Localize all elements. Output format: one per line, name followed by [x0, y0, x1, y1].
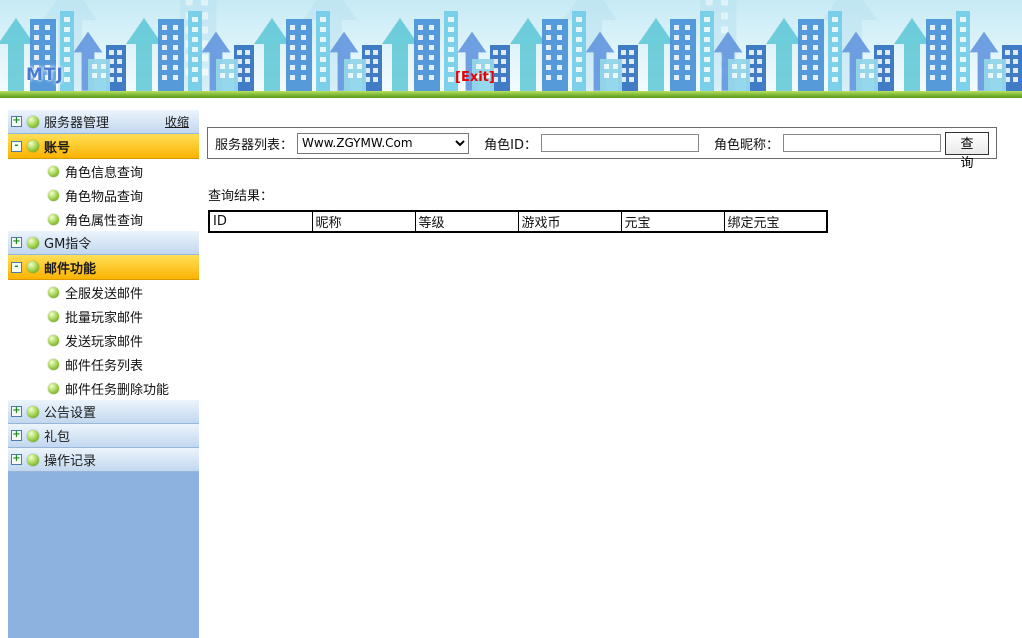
exit-link[interactable]: [Exit] [455, 70, 495, 85]
cityscape-art [0, 0, 1022, 91]
green-orb-icon [27, 406, 39, 418]
green-orb-icon [27, 261, 39, 273]
collapse-minus-icon[interactable]: - [11, 262, 22, 273]
green-orb-icon [48, 335, 59, 346]
sidebar-group-0[interactable]: + 服务器管理 收缩 [8, 110, 199, 134]
green-orb-icon [48, 359, 59, 370]
role-id-label: 角色ID： [484, 134, 537, 153]
green-orb-icon [27, 237, 39, 249]
green-orb-icon [48, 287, 59, 298]
column-header: 游戏币 [518, 211, 621, 232]
sidebar-group-label: GM指令 [44, 233, 91, 252]
main-content: 服务器列表： Www.ZGYMW.Com 角色ID： 角色昵称： 查询 查询结果… [199, 98, 1022, 638]
sidebar-group-label: 邮件功能 [44, 258, 96, 277]
sidebar-group-label: 公告设置 [44, 402, 96, 421]
site-logo: MTJ [26, 65, 64, 85]
sidebar-item-3-4[interactable]: 邮件任务删除功能 [8, 376, 199, 400]
column-header: ID [209, 211, 312, 232]
sidebar: + 服务器管理 收缩 - 账号角色信息查询角色物品查询角色属性查询 + GM指令 - 邮件功能全… [8, 110, 199, 638]
banner-green-strip [0, 91, 1022, 98]
expand-plus-icon[interactable]: + [11, 454, 22, 465]
sidebar-group-5[interactable]: + 礼包 [8, 424, 199, 448]
expand-plus-icon[interactable]: + [11, 237, 22, 248]
green-orb-icon [48, 190, 59, 201]
nickname-input[interactable] [783, 134, 941, 152]
green-orb-icon [27, 430, 39, 442]
sidebar-item-label: 批量玩家邮件 [65, 307, 143, 326]
sidebar-item-1-0[interactable]: 角色信息查询 [8, 159, 199, 183]
green-orb-icon [48, 383, 59, 394]
sidebar-item-3-3[interactable]: 邮件任务列表 [8, 352, 199, 376]
sidebar-item-3-2[interactable]: 发送玩家邮件 [8, 328, 199, 352]
sidebar-group-label: 礼包 [44, 426, 70, 445]
column-header: 昵称 [312, 211, 415, 232]
sidebar-item-label: 发送玩家邮件 [65, 331, 143, 350]
sidebar-item-3-0[interactable]: 全服发送邮件 [8, 280, 199, 304]
sidebar-item-3-1[interactable]: 批量玩家邮件 [8, 304, 199, 328]
green-orb-icon [48, 214, 59, 225]
sidebar-item-label: 角色信息查询 [65, 162, 143, 181]
results-header-row: ID昵称等级游戏币元宝绑定元宝 [209, 211, 827, 232]
sidebar-group-3[interactable]: - 邮件功能 [8, 255, 199, 280]
results-title: 查询结果： [208, 185, 1022, 204]
column-header: 等级 [415, 211, 518, 232]
green-orb-icon [48, 166, 59, 177]
search-toolbar: 服务器列表： Www.ZGYMW.Com 角色ID： 角色昵称： 查询 [207, 127, 997, 159]
top-banner: MTJ [Exit] [0, 0, 1022, 98]
expand-plus-icon[interactable]: + [11, 406, 22, 417]
collapse-link[interactable]: 收缩 [165, 113, 189, 130]
expand-plus-icon[interactable]: + [11, 430, 22, 441]
sidebar-item-1-2[interactable]: 角色属性查询 [8, 207, 199, 231]
query-button[interactable]: 查询 [945, 132, 989, 155]
sidebar-group-4[interactable]: + 公告设置 [8, 400, 199, 424]
sidebar-item-label: 角色属性查询 [65, 210, 143, 229]
green-orb-icon [27, 116, 39, 128]
server-list-label: 服务器列表： [215, 134, 293, 153]
nickname-label: 角色昵称： [714, 134, 779, 153]
green-orb-icon [27, 140, 39, 152]
sidebar-item-label: 角色物品查询 [65, 186, 143, 205]
column-header: 元宝 [621, 211, 724, 232]
server-select[interactable]: Www.ZGYMW.Com [297, 133, 469, 154]
role-id-input[interactable] [541, 134, 699, 152]
sidebar-menu: + 服务器管理 收缩 - 账号角色信息查询角色物品查询角色属性查询 + GM指令 - 邮件功能全… [8, 110, 199, 472]
sidebar-group-label: 服务器管理 [44, 112, 109, 131]
sidebar-group-label: 操作记录 [44, 450, 96, 469]
sidebar-item-label: 邮件任务列表 [65, 355, 143, 374]
sidebar-item-label: 全服发送邮件 [65, 283, 143, 302]
green-orb-icon [48, 311, 59, 322]
collapse-minus-icon[interactable]: - [11, 141, 22, 152]
sidebar-item-1-1[interactable]: 角色物品查询 [8, 183, 199, 207]
sidebar-group-1[interactable]: - 账号 [8, 134, 199, 159]
sidebar-group-label: 账号 [44, 137, 70, 156]
results-table: ID昵称等级游戏币元宝绑定元宝 [208, 210, 828, 233]
sidebar-group-6[interactable]: + 操作记录 [8, 448, 199, 472]
sidebar-item-label: 邮件任务删除功能 [65, 379, 169, 398]
green-orb-icon [27, 454, 39, 466]
expand-plus-icon[interactable]: + [11, 116, 22, 127]
column-header: 绑定元宝 [724, 211, 827, 232]
sidebar-group-2[interactable]: + GM指令 [8, 231, 199, 255]
